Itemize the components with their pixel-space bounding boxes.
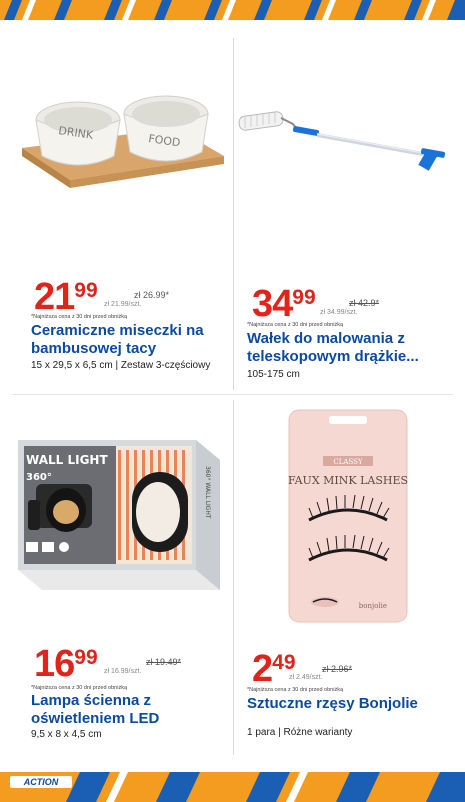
box-subtitle: 360° bbox=[26, 472, 52, 483]
unit-price: zł 21.99/szt. bbox=[104, 301, 142, 308]
row-divider bbox=[12, 394, 453, 395]
product-description: 105-175 cm bbox=[247, 369, 300, 380]
product-card-wall-lamp[interactable]: WALL LIGHT 360° 360° WALL LIGHT 1699 zł … bbox=[6, 400, 230, 765]
product-card-lashes[interactable]: CLASSY FAUX MINK LASHES bonjolie 249 zł … bbox=[237, 400, 461, 765]
brand-tag: CLASSY bbox=[333, 458, 363, 466]
unit-price: zł 2.49/szt. bbox=[289, 674, 323, 681]
current-price: 3499 bbox=[252, 283, 316, 325]
lowest-price-note: *Najniższa cena z 30 dni przed obniżką bbox=[31, 314, 128, 320]
old-price: zł 19.49* bbox=[146, 657, 182, 667]
lowest-price-note: *Najniższa cena z 30 dni przed obniżką bbox=[247, 322, 344, 328]
lowest-price-note: *Najniższa cena z 30 dni przed obniżką bbox=[247, 687, 344, 693]
old-price: zł 42.9* bbox=[349, 298, 380, 308]
product-image-wall-lamp[interactable]: WALL LIGHT 360° 360° WALL LIGHT bbox=[6, 400, 230, 630]
column-divider-bottom bbox=[233, 400, 234, 755]
column-divider-top bbox=[233, 38, 234, 390]
product-image-bowls[interactable]: DRINK FOOD bbox=[6, 28, 230, 258]
unit-price: zł 34.99/szt. bbox=[320, 309, 358, 316]
current-price: 1699 bbox=[34, 643, 98, 685]
old-price: zł 26.99* bbox=[134, 290, 170, 300]
product-card-bowls[interactable]: DRINK FOOD 2199 zł 26.99* zł 21.99/szt. … bbox=[6, 28, 230, 393]
current-price: 249 bbox=[252, 648, 296, 690]
box-side-text: 360° WALL LIGHT bbox=[204, 466, 211, 519]
product-image-lashes[interactable]: CLASSY FAUX MINK LASHES bonjolie bbox=[237, 400, 461, 630]
action-logo: ACTION bbox=[10, 776, 72, 788]
brand-name: bonjolie bbox=[359, 602, 387, 610]
product-title[interactable]: Ceramiczne miseczki na bambusowej tacy bbox=[31, 322, 231, 358]
old-price: zł 2.96* bbox=[322, 664, 353, 674]
product-title[interactable]: Sztuczne rzęsy Bonjolie bbox=[247, 695, 459, 713]
box-title: FAUX MINK LASHES bbox=[288, 474, 408, 487]
product-image-paint-roller[interactable] bbox=[237, 28, 461, 258]
product-description: 1 para | Różne warianty bbox=[247, 727, 353, 738]
top-decorative-stripe bbox=[0, 0, 465, 20]
product-title[interactable]: Lampa ścienna z oświetleniem LED bbox=[31, 692, 226, 728]
product-description: 15 x 29,5 x 6,5 cm | Zestaw 3-częściowy bbox=[31, 360, 211, 371]
product-card-paint-roller[interactable]: 3499 zł 42.9* zł 34.99/szt. *Najniższa c… bbox=[237, 28, 461, 393]
product-description: 9,5 x 8 x 4,5 cm bbox=[31, 729, 102, 740]
lowest-price-note: *Najniższa cena z 30 dni przed obniżką bbox=[31, 685, 128, 691]
unit-price: zł 16.99/szt. bbox=[104, 668, 142, 675]
product-title[interactable]: Wałek do malowania z teleskopowym drążki… bbox=[247, 330, 459, 366]
box-title: WALL LIGHT bbox=[26, 453, 108, 467]
current-price: 2199 bbox=[34, 276, 98, 318]
